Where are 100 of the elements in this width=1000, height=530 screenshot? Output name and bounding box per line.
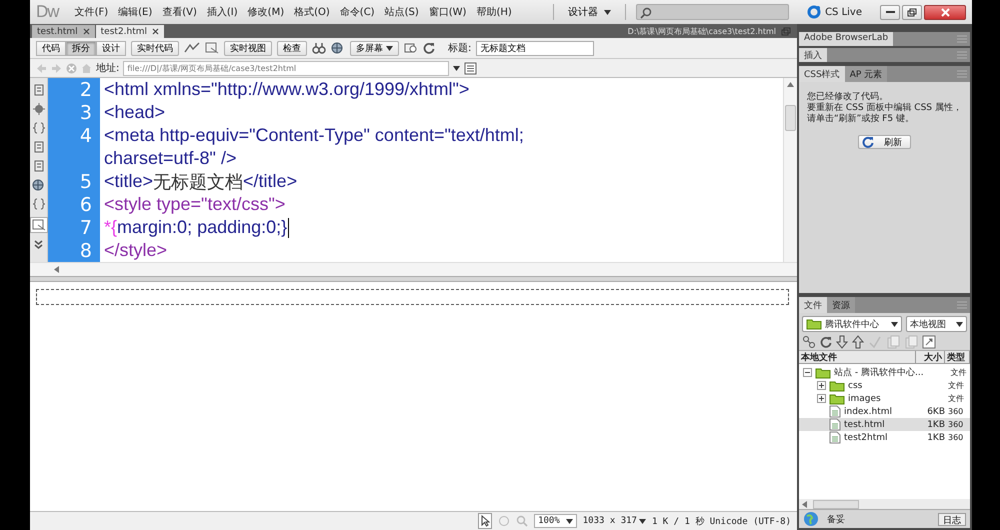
file-row[interactable]: test.html 1KB 360: [799, 418, 970, 431]
globe-icon: [803, 511, 819, 527]
toolbar-button[interactable]: 实时视图: [224, 40, 272, 56]
file-row[interactable]: 站点 - 腾讯软件中心... 文件: [799, 366, 970, 379]
refresh-icon[interactable]: [423, 42, 435, 54]
put-icon[interactable]: [852, 335, 864, 349]
code-line: *{margin:0; padding:0;}: [103, 217, 290, 238]
panel-tab[interactable]: 资源: [827, 297, 855, 313]
folder-icon: [829, 380, 845, 392]
braces-icon[interactable]: [32, 198, 44, 210]
scroll-left-icon[interactable]: [54, 266, 59, 273]
multiscreen-button[interactable]: 多屏幕: [350, 40, 399, 56]
menu-item[interactable]: 命令(C): [340, 5, 375, 19]
menu-item[interactable]: 帮助(H): [476, 5, 512, 19]
file-name: test.html: [844, 420, 886, 430]
connect-icon[interactable]: [802, 335, 816, 349]
menu-item[interactable]: 插入(I): [206, 5, 238, 19]
view-dropdown[interactable]: 本地视图: [906, 316, 967, 332]
menu-item[interactable]: 站点(S): [384, 5, 419, 19]
caret-icon: [956, 322, 963, 326]
panel-title[interactable]: 插入: [799, 48, 827, 62]
toolbar-button[interactable]: 检查: [277, 40, 307, 56]
line-number: 7: [78, 216, 93, 238]
caret-icon: [638, 518, 646, 524]
scroll-thumb[interactable]: [813, 500, 859, 508]
caret-icon: [891, 322, 898, 326]
document-stats: 1 K / 1 秒 Unicode (UTF-8): [652, 516, 791, 528]
view-button[interactable]: 代码: [36, 40, 66, 56]
line-number: 3: [78, 102, 93, 124]
close-icon[interactable]: [82, 28, 90, 35]
file-name: css: [848, 380, 864, 390]
document-tab[interactable]: test2.html: [96, 25, 164, 38]
toolbar-button[interactable]: 实时代码: [131, 40, 179, 56]
restore-button[interactable]: [902, 4, 922, 20]
close-button[interactable]: [924, 4, 966, 20]
file-row[interactable]: css 文件: [799, 379, 970, 392]
window-size[interactable]: 1033 x 317: [582, 516, 646, 526]
split-handle[interactable]: [30, 276, 797, 282]
app-logo: Dw: [36, 2, 59, 22]
cs-live-icon[interactable]: [807, 5, 822, 19]
binoculars-icon[interactable]: [312, 42, 326, 54]
expand-icon[interactable]: [34, 240, 43, 250]
file-icon: [829, 418, 841, 431]
globe-icon[interactable]: [331, 42, 345, 54]
menu-item[interactable]: 查看(V): [162, 5, 197, 19]
file-row[interactable]: test2html 1KB 360: [799, 431, 970, 444]
file-type: 360: [948, 420, 964, 429]
panel-title[interactable]: Adobe BrowserLab: [799, 32, 894, 46]
scroll-thumb[interactable]: [785, 105, 796, 131]
folder-icon: [806, 318, 822, 330]
menu-item[interactable]: 文件(F): [74, 5, 108, 19]
view-button[interactable]: 拆分: [66, 40, 96, 56]
file-path: D:\慕课\网页布局基础\case3\test2.html: [628, 26, 777, 36]
file-size: 6KB: [926, 406, 945, 416]
panel-tab[interactable]: 文件: [799, 297, 827, 313]
refresh-button[interactable]: 刷新: [858, 135, 911, 149]
caret-icon: [604, 10, 612, 14]
file-icon: [829, 405, 841, 418]
panel-tab[interactable]: CSS样式: [799, 66, 845, 82]
log-button[interactable]: 日志: [938, 512, 966, 526]
menu-item[interactable]: 窗口(W): [428, 5, 466, 19]
menu-item[interactable]: 修改(M): [248, 5, 284, 19]
file-row[interactable]: images 文件: [799, 392, 970, 405]
caret-icon[interactable]: [453, 66, 460, 70]
file-size: 1KB: [926, 420, 945, 430]
title-field[interactable]: 无标题文档: [476, 40, 594, 56]
scroll-left-icon[interactable]: [802, 500, 807, 508]
menu-item[interactable]: 编辑(E): [118, 5, 152, 19]
expand-icon[interactable]: [922, 335, 936, 349]
close-icon[interactable]: [152, 28, 160, 35]
site-dropdown[interactable]: 腾讯软件中心: [802, 316, 902, 332]
cs-live-label[interactable]: CS Live: [825, 6, 862, 18]
page-icon[interactable]: [464, 62, 478, 74]
expand-icon[interactable]: [817, 394, 826, 403]
address-field[interactable]: file:///D|/慕课/网页布局基础/case3/test2html: [123, 60, 450, 76]
search-icon: [640, 7, 652, 19]
refresh-icon[interactable]: [820, 336, 832, 348]
pointer-icon[interactable]: [480, 515, 490, 527]
menu-item[interactable]: 格式(O): [294, 5, 330, 19]
document-tab[interactable]: test.html: [32, 25, 95, 38]
preview-icon[interactable]: [404, 42, 418, 54]
file-type: 文件: [948, 393, 965, 404]
view-button[interactable]: 设计: [96, 40, 126, 56]
inspect-icon[interactable]: [184, 42, 200, 54]
minimize-button[interactable]: [880, 4, 900, 20]
search-field[interactable]: [636, 4, 790, 20]
file-type: 文件: [950, 367, 968, 378]
get-icon[interactable]: [836, 335, 848, 349]
panel-tab[interactable]: AP 元素: [844, 66, 888, 82]
css-message: 您已经修改了代码。: [807, 92, 889, 102]
file-row[interactable]: index.html 6KB 360: [799, 405, 970, 418]
file-type: 文件: [948, 380, 965, 391]
line-number: 2: [78, 78, 93, 100]
file-type: 360: [948, 433, 964, 442]
check-out-icon[interactable]: [868, 335, 882, 349]
zoom-dropdown[interactable]: 100%: [534, 514, 577, 528]
scroll-up-icon[interactable]: [787, 82, 794, 87]
workspace-switcher[interactable]: 设计器: [564, 3, 616, 21]
flag-icon[interactable]: [205, 42, 219, 54]
expand-icon[interactable]: [817, 381, 826, 390]
